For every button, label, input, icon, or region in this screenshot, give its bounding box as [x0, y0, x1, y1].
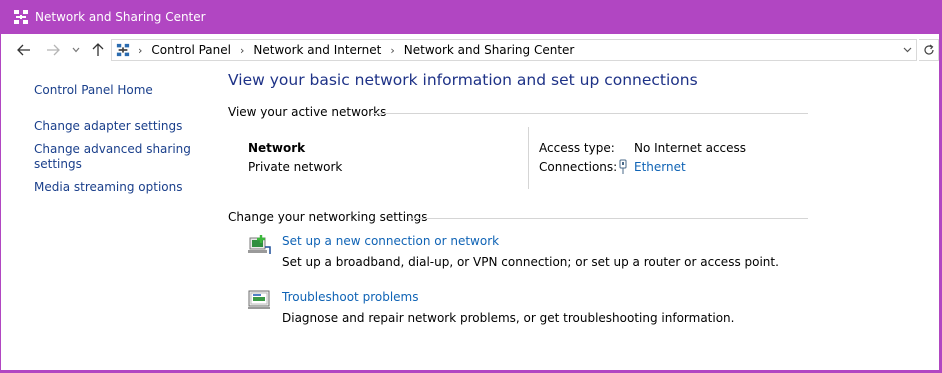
breadcrumb-separator-icon[interactable]: ›: [240, 44, 244, 57]
breadcrumb-control-panel[interactable]: Control Panel: [151, 43, 231, 57]
back-button[interactable]: [15, 41, 33, 59]
troubleshoot-icon: [248, 290, 270, 309]
change-settings-label: Change your networking settings: [228, 210, 428, 224]
network-name: Network: [248, 141, 306, 155]
recent-locations-button[interactable]: [69, 41, 83, 59]
breadcrumb-separator-icon[interactable]: ›: [390, 44, 394, 57]
ethernet-connection-link[interactable]: Ethernet: [634, 160, 686, 174]
network-type: Private network: [248, 160, 343, 174]
chevron-down-icon: [903, 47, 911, 53]
sidebar-item-change-advanced-sharing-settings[interactable]: Change advanced sharing: [34, 142, 191, 157]
breadcrumb-separator-icon[interactable]: ›: [138, 44, 142, 57]
breadcrumb-network-and-sharing-center[interactable]: Network and Sharing Center: [404, 43, 575, 57]
chevron-down-icon: [72, 47, 80, 53]
window-border-left: [0, 34, 1, 373]
sidebar-item-change-adapter-settings[interactable]: Change adapter settings: [34, 119, 182, 134]
refresh-button[interactable]: [919, 39, 939, 61]
arrow-right-icon: [47, 44, 60, 56]
access-type-value: No Internet access: [634, 141, 747, 155]
refresh-icon: [923, 44, 934, 55]
network-info-divider: [528, 127, 529, 189]
window-title: Network and Sharing Center: [35, 10, 206, 24]
network-center-icon: [116, 43, 130, 57]
address-dropdown-button[interactable]: [900, 43, 914, 57]
setup-connection-description: Set up a broadband, dial-up, or VPN conn…: [282, 255, 779, 269]
sidebar-item-media-streaming-options[interactable]: Media streaming options: [34, 180, 182, 195]
section-divider: [410, 218, 808, 219]
setup-connection-link[interactable]: Set up a new connection or network: [282, 234, 499, 248]
address-bar[interactable]: › Control Panel › Network and Internet ›…: [111, 39, 917, 61]
troubleshoot-problems-description: Diagnose and repair network problems, or…: [282, 311, 735, 325]
ethernet-icon: [619, 159, 627, 174]
connections-label: Connections:: [539, 160, 618, 174]
arrow-up-icon: [92, 43, 104, 56]
sidebar-item-change-advanced-sharing-settings-line2[interactable]: settings: [34, 157, 82, 172]
breadcrumb-network-and-internet[interactable]: Network and Internet: [253, 43, 381, 57]
new-connection-icon: [248, 235, 271, 254]
arrow-left-icon: [17, 44, 30, 56]
sidebar-item-control-panel-home[interactable]: Control Panel Home: [34, 83, 153, 98]
forward-button[interactable]: [44, 41, 62, 59]
page-heading: View your basic network information and …: [228, 71, 698, 89]
title-bar: Network and Sharing Center: [0, 0, 942, 34]
access-type-label: Access type:: [539, 141, 615, 155]
network-center-icon: [14, 10, 28, 24]
up-button[interactable]: [89, 41, 107, 59]
active-networks-label: View your active networks: [228, 105, 387, 119]
troubleshoot-problems-link[interactable]: Troubleshoot problems: [282, 290, 418, 304]
section-divider: [372, 113, 808, 114]
